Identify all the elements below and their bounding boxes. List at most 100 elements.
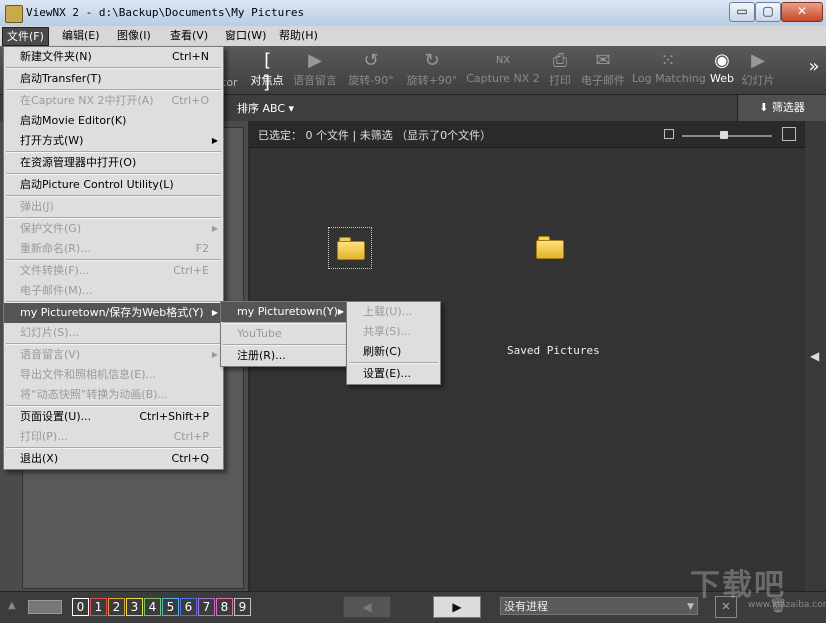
close-button[interactable]: ✕ bbox=[781, 2, 823, 22]
email-button[interactable]: ✉ 电子邮件 bbox=[578, 48, 628, 92]
mail-icon: ✉ bbox=[595, 50, 611, 71]
menu-item[interactable]: 启动Movie Editor(K) bbox=[4, 111, 223, 131]
menu-item-shortcut: F2 bbox=[195, 242, 209, 255]
focus-point-label: 对焦点 bbox=[250, 74, 284, 87]
menu-image[interactable]: 图像(I) bbox=[113, 27, 155, 44]
voice-memo-button[interactable]: ▶ 语音留言 bbox=[290, 48, 340, 92]
menu-item: 重新命名(R)... F2 bbox=[4, 239, 223, 259]
menu-item[interactable]: 在资源管理器中打开(O) bbox=[4, 153, 223, 173]
menu-item-shortcut: Ctrl+Shift+P bbox=[139, 410, 209, 423]
printer-icon: ⎙ bbox=[552, 50, 568, 71]
slideshow-button[interactable]: ▶ 幻灯片 bbox=[740, 48, 776, 92]
menu-item[interactable]: 打开方式(W) ▶ bbox=[4, 131, 223, 151]
thumbnail-small-button[interactable] bbox=[664, 129, 674, 139]
thumbnail-large-button[interactable] bbox=[782, 127, 796, 141]
watermark: 下载吧 bbox=[690, 568, 786, 603]
maximize-button[interactable]: ▢ bbox=[755, 2, 781, 22]
right-panel-toggle[interactable]: ◀ bbox=[805, 121, 826, 591]
sort-dropdown[interactable]: 排序 ABC ▾ bbox=[237, 100, 294, 116]
window-title: ViewNX 2 - d:\Backup\Documents\My Pictur… bbox=[26, 6, 305, 19]
menu-item[interactable]: 启动Transfer(T) bbox=[4, 69, 223, 89]
collapse-arrow-icon: ◀ bbox=[810, 349, 820, 363]
menu-item: 将“动态快照”转换为动画(B)... bbox=[4, 385, 223, 405]
folder-icon[interactable] bbox=[536, 235, 564, 259]
menu-item: 在Capture NX 2中打开(A) Ctrl+O bbox=[4, 91, 223, 111]
progress-dropdown[interactable]: 没有进程 ▼ bbox=[500, 597, 698, 615]
menu-item[interactable]: my Picturetown/保存为Web格式(Y) ▶ bbox=[4, 303, 223, 323]
rotate-right-icon: ↻ bbox=[424, 50, 440, 71]
minimize-button[interactable]: ▭ bbox=[729, 2, 755, 22]
menu-item-shortcut: Ctrl+N bbox=[171, 50, 209, 63]
label-button[interactable]: 4 bbox=[144, 598, 161, 616]
log-matching-icon: ⁙ bbox=[660, 50, 676, 71]
menu-item-label: 页面设置(U)... bbox=[20, 410, 92, 423]
menu-item-label: 保护文件(G) bbox=[20, 222, 82, 235]
previous-button[interactable]: ◀ bbox=[343, 596, 391, 618]
rotate-left-icon: ↺ bbox=[363, 50, 379, 71]
focus-point-button[interactable]: [ ] 对焦点 bbox=[248, 48, 286, 93]
slider-knob[interactable] bbox=[720, 131, 728, 139]
menu-item[interactable]: 设置(E)... bbox=[347, 364, 440, 384]
menu-item[interactable]: 页面设置(U)... Ctrl+Shift+P bbox=[4, 407, 223, 427]
log-matching-label: Log Matching bbox=[632, 72, 706, 85]
label-button[interactable]: 1 bbox=[90, 598, 107, 616]
toolbar-more-button[interactable]: » bbox=[806, 56, 822, 100]
menu-file[interactable]: 文件(F) bbox=[2, 27, 49, 46]
label-button[interactable]: 6 bbox=[180, 598, 197, 616]
app-icon bbox=[5, 5, 23, 23]
grid-view-icon[interactable] bbox=[28, 600, 62, 614]
menu-item-label: 共享(S)... bbox=[363, 325, 412, 338]
menu-item[interactable]: 新建文件夹(N) Ctrl+N bbox=[4, 47, 223, 67]
eject-arrow-icon[interactable]: ▲ bbox=[8, 600, 16, 611]
label-button[interactable]: 8 bbox=[216, 598, 233, 616]
rotate-right-button[interactable]: ↻ 旋转+90° bbox=[406, 48, 458, 92]
print-button[interactable]: ⎙ 打印 bbox=[546, 48, 574, 92]
filter-button[interactable]: ⬇ 筛选器 bbox=[737, 95, 826, 121]
rotate-right-label: 旋转+90° bbox=[406, 74, 458, 87]
label-button[interactable]: 9 bbox=[234, 598, 251, 616]
capture-nx2-button[interactable]: NX Capture NX 2 bbox=[464, 48, 542, 92]
title-bar: ViewNX 2 - d:\Backup\Documents\My Pictur… bbox=[0, 0, 826, 27]
submenu-arrow-icon: ▶ bbox=[211, 350, 218, 359]
web-label: Web bbox=[710, 72, 734, 85]
menu-item[interactable]: 注册(R)... bbox=[221, 346, 349, 366]
menu-item-label: 设置(E)... bbox=[363, 367, 412, 380]
play-button[interactable]: ▶ bbox=[433, 596, 481, 618]
menu-item-label: 电子邮件(M)... bbox=[20, 284, 93, 297]
menu-item-label: YouTube bbox=[237, 327, 282, 340]
menu-edit[interactable]: 编辑(E) bbox=[58, 27, 104, 44]
menu-item-label: 刷新(C) bbox=[363, 345, 402, 358]
log-matching-button[interactable]: ⁙ Log Matching bbox=[632, 48, 706, 92]
menu-help[interactable]: 帮助(H) bbox=[275, 27, 322, 44]
filter-label: 筛选器 bbox=[771, 101, 805, 114]
label-button[interactable]: 3 bbox=[126, 598, 143, 616]
voice-memo-icon: ▶ bbox=[308, 50, 322, 71]
menu-item-shortcut: Ctrl+Q bbox=[171, 452, 209, 465]
filter-icon: ⬇ bbox=[759, 101, 769, 114]
menu-item[interactable]: 刷新(C) bbox=[347, 342, 440, 362]
menu-item[interactable]: 退出(X) Ctrl+Q bbox=[4, 449, 223, 469]
menu-item[interactable]: my Picturetown(Y) ▶ bbox=[221, 302, 349, 322]
label-button[interactable]: 2 bbox=[108, 598, 125, 616]
menu-item-label: 上载(U)... bbox=[363, 305, 413, 318]
voice-memo-label: 语音留言 bbox=[293, 74, 337, 87]
folder-item-selected[interactable] bbox=[328, 227, 372, 269]
menu-item-label: 将“动态快照”转换为动画(B)... bbox=[20, 388, 169, 401]
menu-window[interactable]: 窗口(W) bbox=[221, 27, 270, 44]
web-button[interactable]: ◉ Web bbox=[708, 48, 736, 92]
print-label: 打印 bbox=[549, 74, 571, 87]
menu-item-shortcut: Ctrl+O bbox=[171, 94, 209, 107]
menu-item-label: 幻灯片(S)... bbox=[20, 326, 80, 339]
menu-item: 电子邮件(M)... bbox=[4, 281, 223, 301]
progress-text: 没有进程 bbox=[504, 600, 548, 613]
menu-item-label: 打开方式(W) bbox=[20, 134, 84, 147]
file-menu: 新建文件夹(N) Ctrl+N 启动Transfer(T) 在Capture NX 2… bbox=[3, 46, 224, 470]
menu-item: 幻灯片(S)... bbox=[4, 323, 223, 343]
menu-item[interactable]: 启动Picture Control Utility(L) bbox=[4, 175, 223, 195]
label-button[interactable]: 7 bbox=[198, 598, 215, 616]
menu-view[interactable]: 查看(V) bbox=[166, 27, 212, 44]
label-button[interactable]: 5 bbox=[162, 598, 179, 616]
label-button[interactable]: 0 bbox=[72, 598, 89, 616]
menu-item-label: 在资源管理器中打开(O) bbox=[20, 156, 137, 169]
rotate-left-button[interactable]: ↺ 旋转-90° bbox=[346, 48, 396, 92]
